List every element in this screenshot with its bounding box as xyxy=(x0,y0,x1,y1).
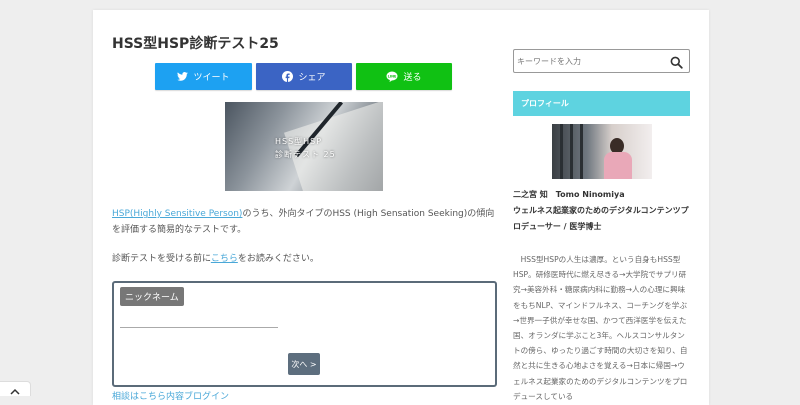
facebook-icon xyxy=(282,71,294,82)
facebook-share-button[interactable]: シェア xyxy=(256,63,352,90)
nickname-label: ニックネーム xyxy=(120,287,184,306)
profile-photo xyxy=(552,124,652,179)
twitter-icon xyxy=(177,72,189,81)
line-icon: LINE xyxy=(386,71,398,82)
search-icon[interactable] xyxy=(670,54,683,73)
chevron-up-icon xyxy=(10,380,20,399)
read-here-link[interactable]: こちら xyxy=(211,254,238,264)
profile-bio: HSS型HSPの人生は濃厚。という自身もHSS型HSP。研修医時代に燃え尽きる→… xyxy=(513,255,688,401)
profile-role: ウェルネス起業家のためのデジタルコンテンツプロデューサー / 医学博士 xyxy=(513,206,689,231)
next-button[interactable]: 次へ > xyxy=(288,353,320,375)
intro-paragraph: HSP(Highly Sensitive Person)のうち、外向タイプのHS… xyxy=(112,206,496,238)
tweet-label: ツイート xyxy=(193,73,230,83)
search-box xyxy=(513,49,690,73)
facebook-share-label: シェア xyxy=(298,73,326,83)
line-send-button[interactable]: LINE 送る xyxy=(356,63,452,90)
thumbnail-title-line1: HSS型HSP xyxy=(275,137,323,146)
article-thumbnail: HSS型HSP 診断テスト 25 xyxy=(225,102,383,191)
partial-link[interactable]: 相談はこちら内容ブログイン xyxy=(112,389,229,402)
diagnosis-form: ニックネーム 次へ > xyxy=(112,281,497,387)
profile-name: 二之宮 知 Tomo Ninomiya xyxy=(513,190,625,199)
search-input[interactable] xyxy=(517,53,662,69)
thumbnail-title-line2: 診断テスト 25 xyxy=(275,150,336,159)
profile-heading: プロフィール xyxy=(513,91,690,116)
scroll-top-button[interactable] xyxy=(0,381,31,396)
tweet-button[interactable]: ツイート xyxy=(155,63,252,90)
svg-text:LINE: LINE xyxy=(388,75,397,79)
before-test-paragraph: 診断テストを受ける前にこちらをお読みください。 xyxy=(112,251,496,267)
profile-name-block: 二之宮 知 Tomo Ninomiya ウェルネス起業家のためのデジタルコンテン… xyxy=(513,187,693,235)
before-test-prefix: 診断テストを受ける前に xyxy=(112,254,211,264)
nickname-input[interactable] xyxy=(120,313,278,328)
hsp-link[interactable]: HSP(Highly Sensitive Person) xyxy=(112,209,242,219)
line-send-label: 送る xyxy=(403,73,422,83)
before-test-suffix: をお読みください。 xyxy=(237,254,319,264)
page-title: HSS型HSP診断テスト25 xyxy=(112,36,279,52)
